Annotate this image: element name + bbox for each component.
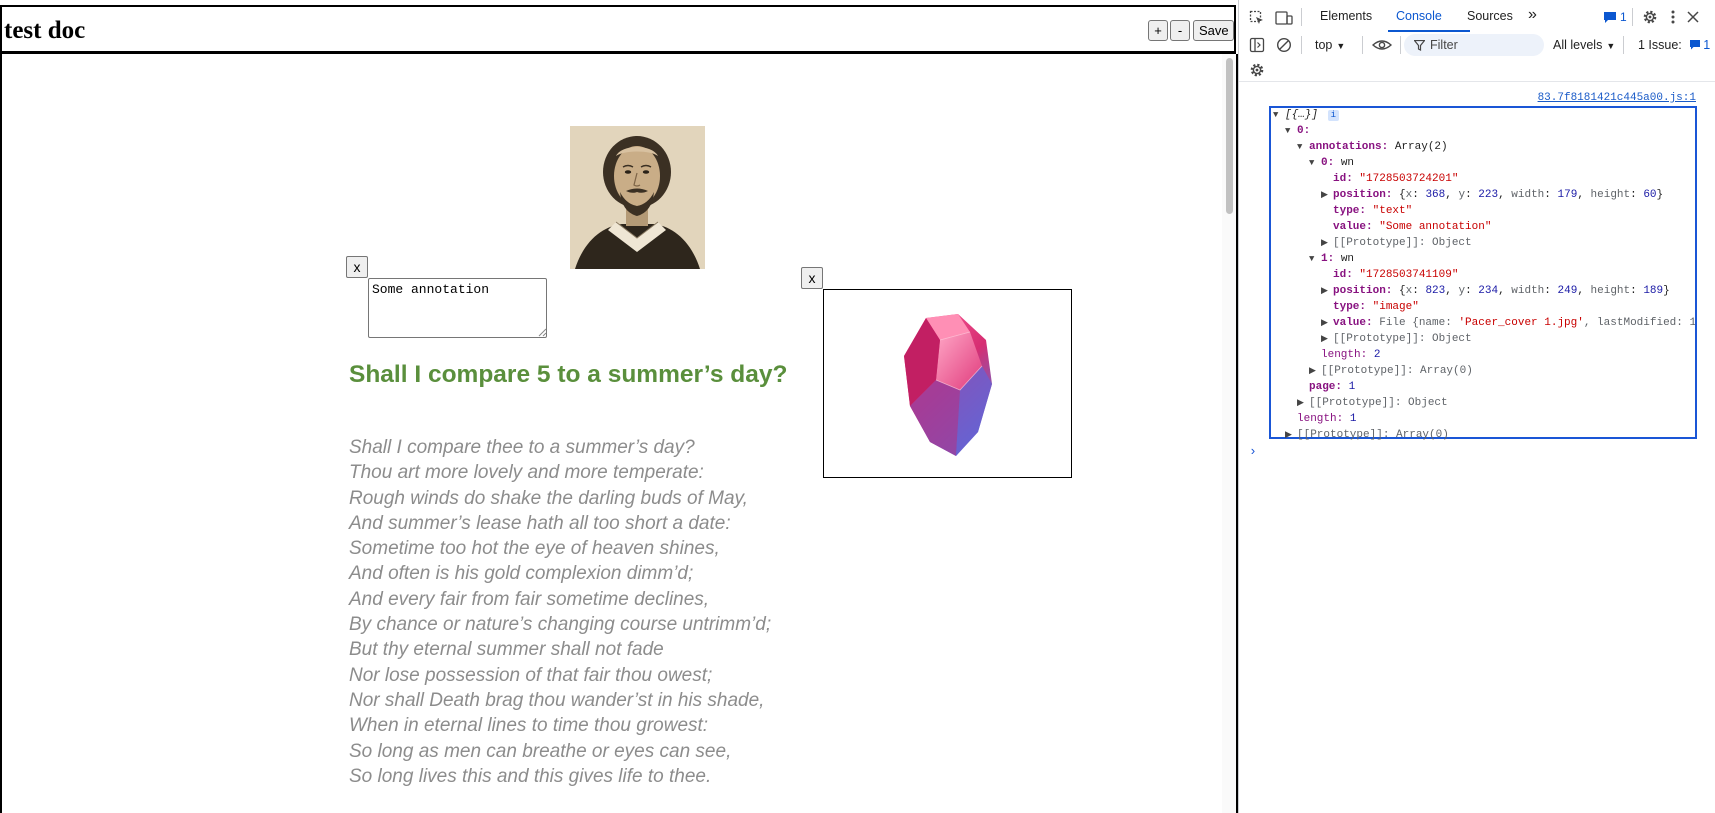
- poem-line: And summer’s lease hath all too short a …: [349, 512, 731, 534]
- poem-title: Shall I compare 5 to a summer’s day?: [349, 361, 788, 388]
- poem-line: Thou art more lovely and more temperate:: [349, 462, 704, 484]
- settings-gear-icon[interactable]: [1642, 9, 1658, 25]
- tree-row-ann1-position[interactable]: ▶ position: {x: 823, y: 234, width: 249, …: [1321, 283, 1670, 299]
- document-app: test doc + - Save x Some annotation x Sh…: [0, 0, 1238, 813]
- tree-row-ann0-position[interactable]: ▶ position: {x: 368, y: 223, width: 179, …: [1321, 187, 1663, 203]
- toolbar-divider: [1623, 36, 1624, 54]
- poem-text: Shall I compare thee to a summer’s day? …: [349, 435, 771, 789]
- text-annotation-close-button[interactable]: x: [346, 256, 368, 278]
- tree-row-ann0-value: value: "Some annotation": [1333, 221, 1492, 233]
- tree-row-annotations-prototype[interactable]: ▶ [[Prototype]]: Array(0): [1309, 363, 1473, 379]
- tree-row-ann0-type: type: "text": [1333, 205, 1413, 217]
- tree-row-page: page: 1: [1309, 381, 1356, 393]
- image-annotation[interactable]: [823, 289, 1072, 478]
- toolbar-divider: [1301, 8, 1302, 26]
- tree-row-ann1-type: type: "image": [1333, 301, 1419, 313]
- console-settings-row: [1239, 58, 1715, 82]
- devtools-tabbar: Elements Console Sources » 1: [1239, 0, 1715, 34]
- context-label: top: [1315, 38, 1333, 52]
- device-toolbar-icon[interactable]: [1275, 10, 1293, 26]
- poem-line: Sometime too hot the eye of heaven shine…: [349, 538, 720, 560]
- resize-grip-icon[interactable]: [538, 328, 547, 337]
- close-icon[interactable]: [1687, 11, 1699, 23]
- issues-chat-icon[interactable]: [1603, 11, 1617, 24]
- console-settings-icon[interactable]: [1249, 62, 1265, 78]
- tree-row-ann1-value[interactable]: ▶ value: File {name: 'Pacer_cover 1.jpg',…: [1321, 315, 1695, 331]
- poem-line: Rough winds do shake the darling buds of…: [349, 487, 748, 509]
- poem-line: Shall I compare thee to a summer’s day?: [349, 437, 695, 458]
- scrollbar-thumb[interactable]: [1226, 58, 1233, 214]
- tree-row-annotations-length: length: 2: [1321, 349, 1381, 361]
- tree-row-ann0-id: id: "1728503724201": [1333, 173, 1459, 185]
- poem-line: And every fair from fair sometime declin…: [349, 588, 710, 610]
- poem-line: Nor lose possession of that fair thou ow…: [349, 664, 713, 686]
- issues-summary-count: 1: [1703, 38, 1711, 52]
- filter-placeholder: Filter: [1430, 38, 1458, 52]
- root-label: [{…}]: [1285, 109, 1319, 121]
- source-link[interactable]: 83.7f8181421c445a00.js:1: [1538, 90, 1696, 106]
- issues-count-badge[interactable]: 1: [1620, 10, 1627, 24]
- toolbar-divider: [1301, 36, 1302, 54]
- more-tabs-button[interactable]: »: [1528, 6, 1537, 24]
- devtools-panel: Elements Console Sources » 1 top ▼ Filte…: [1238, 0, 1715, 813]
- save-button[interactable]: Save: [1193, 20, 1234, 41]
- poem-line: When in eternal lines to time thou growe…: [349, 715, 709, 737]
- issues-summary-label: 1 Issue:: [1638, 38, 1682, 52]
- chevron-down-icon: ▼: [1606, 41, 1616, 51]
- zoom-out-button[interactable]: -: [1170, 20, 1190, 41]
- portrait-image: [570, 126, 705, 269]
- console-output: 83.7f8181421c445a00.js:1 ▼ [{…}] i ▼ 0: ▼ a…: [1239, 84, 1715, 813]
- tree-row-ann0[interactable]: ▼ 0: wn: [1309, 155, 1354, 171]
- log-levels-dropdown[interactable]: All levels ▼: [1553, 38, 1615, 52]
- tree-row-root-length: length: 1: [1297, 413, 1357, 425]
- kebab-menu-icon[interactable]: [1670, 9, 1676, 25]
- tree-row-annotations[interactable]: ▼ annotations: Array(2): [1297, 139, 1448, 155]
- poem-line: But thy eternal summer shall not fade: [349, 639, 664, 661]
- tree-row-root[interactable]: ▼ [{…}] i: [1273, 107, 1340, 123]
- issues-summary-button[interactable]: 1 Issue: 1: [1638, 38, 1710, 52]
- filter-funnel-icon: [1414, 40, 1425, 51]
- sidebar-toggle-icon[interactable]: [1249, 37, 1265, 53]
- toolbar-divider: [1632, 8, 1633, 26]
- tree-row-root-prototype[interactable]: ▶ [[Prototype]]: Array(0): [1285, 427, 1449, 443]
- zoom-in-button[interactable]: +: [1148, 20, 1168, 41]
- crystal-image: [904, 314, 992, 456]
- clear-console-icon[interactable]: [1276, 37, 1292, 53]
- poem-line: Nor shall Death brag thou wander’st in h…: [349, 689, 765, 711]
- tab-elements[interactable]: Elements: [1320, 9, 1372, 23]
- image-annotation-close-button[interactable]: x: [801, 267, 823, 289]
- tree-row-ann1[interactable]: ▼ 1: wn: [1309, 251, 1354, 267]
- log-levels-label: All levels: [1553, 38, 1603, 52]
- tree-row-ann1-id: id: "1728503741109": [1333, 269, 1459, 281]
- toolbar-divider: [1400, 36, 1401, 54]
- console-prompt-chevron-icon[interactable]: ›: [1249, 444, 1257, 460]
- chevron-down-icon: ▼: [1336, 41, 1346, 51]
- tree-row-item0-prototype[interactable]: ▶ [[Prototype]]: Object: [1297, 395, 1448, 411]
- app-header: test doc + - Save: [0, 5, 1236, 54]
- issues-chat-icon: [1690, 40, 1701, 50]
- filter-input[interactable]: Filter: [1404, 34, 1544, 56]
- tree-row-ann1-prototype[interactable]: ▶ [[Prototype]]: Object: [1321, 331, 1472, 347]
- poem-line: And often is his gold complexion dimm’d;: [349, 563, 694, 585]
- tab-console[interactable]: Console: [1396, 9, 1442, 23]
- tab-sources[interactable]: Sources: [1467, 9, 1513, 23]
- poem-line: By chance or nature’s changing course un…: [349, 614, 772, 636]
- text-annotation-field[interactable]: Some annotation: [368, 278, 547, 338]
- console-toolbar: top ▼ Filter All levels ▼ 1 Issue: 1: [1239, 34, 1715, 56]
- toolbar-divider: [1362, 36, 1363, 54]
- tree-row-ann0-prototype[interactable]: ▶ [[Prototype]]: Object: [1321, 235, 1472, 251]
- document-title: test doc: [4, 17, 86, 44]
- eye-icon[interactable]: [1372, 38, 1392, 52]
- context-selector[interactable]: top ▼: [1315, 38, 1345, 52]
- active-tab-indicator: [1388, 30, 1470, 32]
- inspect-element-icon[interactable]: [1249, 10, 1265, 26]
- tree-row-item0[interactable]: ▼ 0:: [1285, 123, 1310, 139]
- info-badge: i: [1327, 110, 1340, 121]
- logged-object-tree[interactable]: ▼ [{…}] i ▼ 0: ▼ annotations: Array(2) ▼ 0: …: [1269, 106, 1697, 441]
- poem-line: So long lives this and this gives life t…: [349, 765, 712, 787]
- poem-line: So long as men can breathe or eyes can s…: [349, 740, 732, 762]
